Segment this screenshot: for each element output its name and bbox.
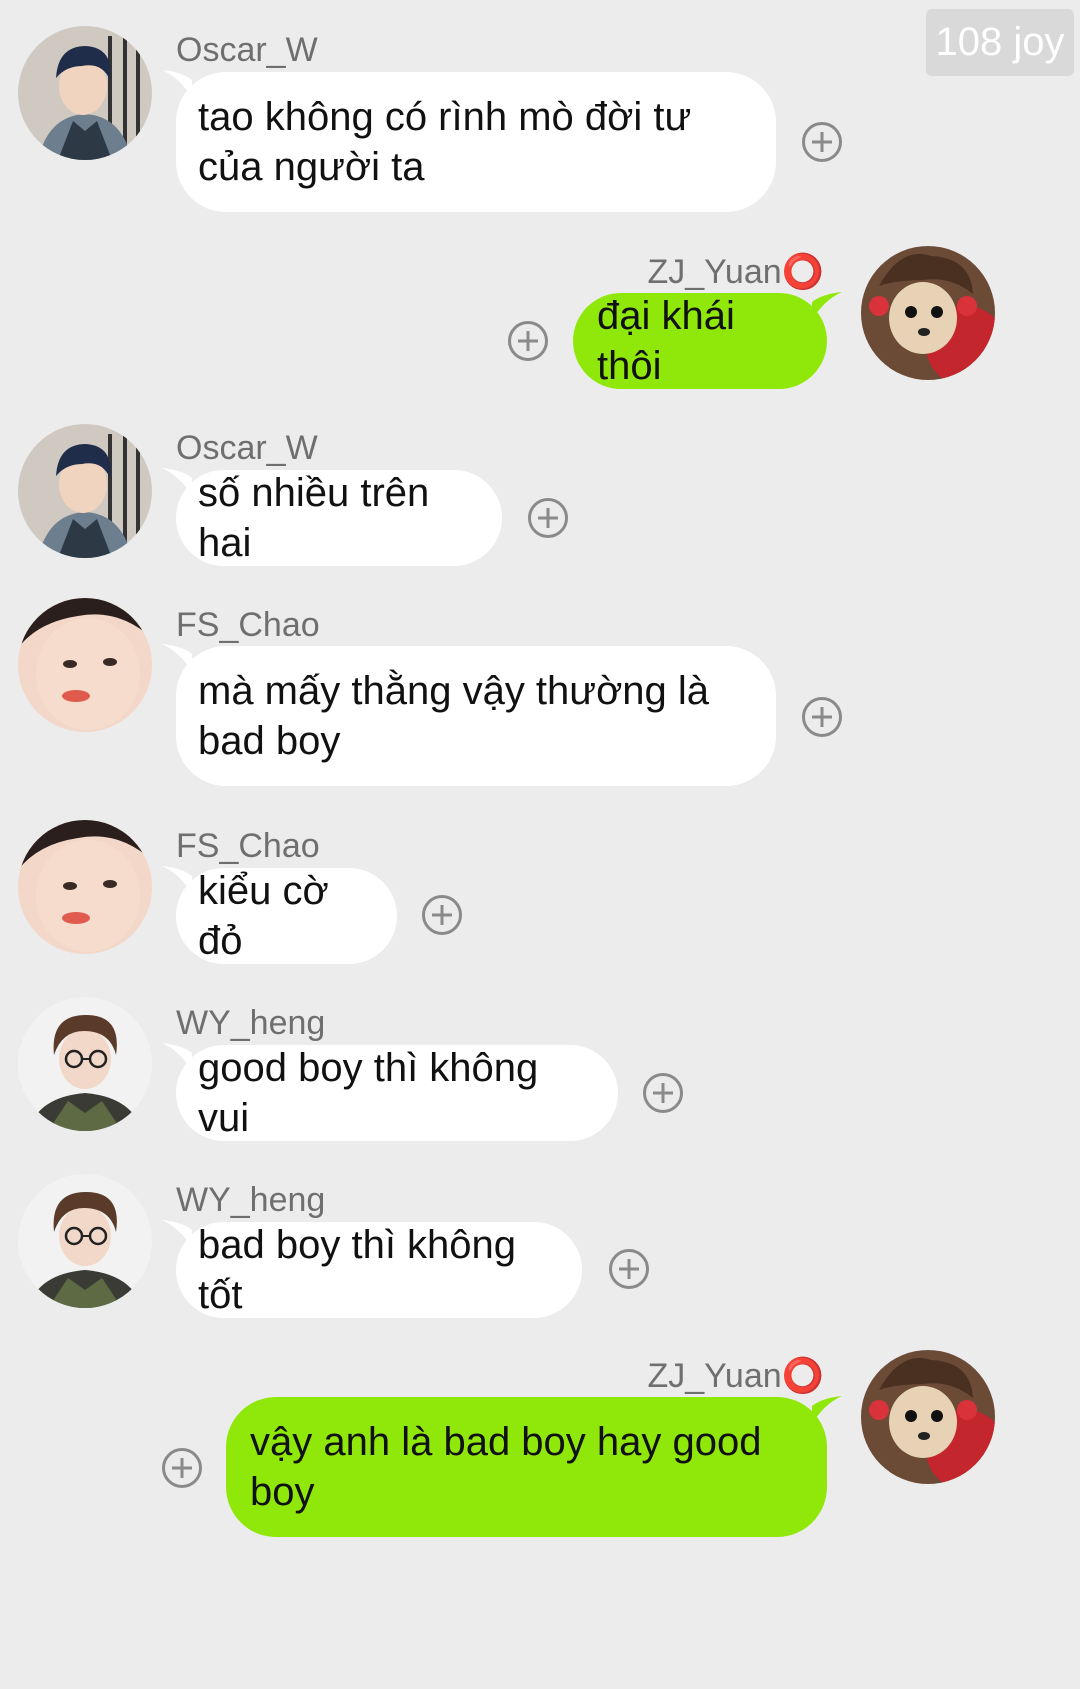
sender-name: ZJ_Yuan⭕ bbox=[647, 1357, 824, 1395]
message-text: good boy thì không vui bbox=[198, 1046, 539, 1140]
message-text: mà mấy thằng vậy thường là bad boy bbox=[198, 669, 710, 763]
joy-badge: 108 joy bbox=[926, 9, 1074, 76]
message-bubble[interactable]: bad boy thì không tốt bbox=[176, 1222, 582, 1318]
message-bubble[interactable]: kiểu cờ đỏ bbox=[176, 868, 397, 964]
dog-avatar[interactable] bbox=[861, 1350, 995, 1484]
add-reaction-button[interactable] bbox=[802, 122, 842, 162]
message-text: bad boy thì không tốt bbox=[198, 1223, 517, 1317]
add-reaction-button[interactable] bbox=[802, 697, 842, 737]
message-bubble[interactable]: đại khái thôi bbox=[573, 293, 827, 389]
message-text: kiểu cờ đỏ bbox=[198, 869, 329, 963]
add-reaction-button[interactable] bbox=[508, 321, 548, 361]
message-text: đại khái thôi bbox=[597, 294, 735, 388]
add-reaction-button[interactable] bbox=[162, 1448, 202, 1488]
heng-avatar[interactable] bbox=[18, 997, 152, 1131]
sender-name: WY_heng bbox=[176, 1004, 326, 1042]
message-text: số nhiều trên hai bbox=[198, 471, 430, 565]
sender-name: Oscar_W bbox=[176, 31, 318, 69]
sender-name: WY_heng bbox=[176, 1181, 326, 1219]
message-text: vậy anh là bad boy hay good boy bbox=[250, 1420, 762, 1514]
add-reaction-button[interactable] bbox=[422, 895, 462, 935]
message-bubble[interactable]: good boy thì không vui bbox=[176, 1045, 618, 1141]
message-bubble[interactable]: mà mấy thằng vậy thường là bad boy bbox=[176, 646, 776, 786]
message-text: tao không có rình mò đời tư của người ta bbox=[198, 95, 692, 189]
message-bubble[interactable]: số nhiều trên hai bbox=[176, 470, 502, 566]
message-bubble[interactable]: tao không có rình mò đời tư của người ta bbox=[176, 72, 776, 212]
heng-avatar[interactable] bbox=[18, 1174, 152, 1308]
sender-name: FS_Chao bbox=[176, 827, 320, 865]
add-reaction-button[interactable] bbox=[643, 1073, 683, 1113]
sender-name: Oscar_W bbox=[176, 429, 318, 467]
oscar-avatar[interactable] bbox=[18, 424, 152, 558]
add-reaction-button[interactable] bbox=[528, 498, 568, 538]
chao-avatar[interactable] bbox=[18, 820, 152, 954]
dog-avatar[interactable] bbox=[861, 246, 995, 380]
sender-name: FS_Chao bbox=[176, 606, 320, 644]
message-bubble[interactable]: vậy anh là bad boy hay good boy bbox=[226, 1397, 827, 1537]
oscar-avatar[interactable] bbox=[18, 26, 152, 160]
add-reaction-button[interactable] bbox=[609, 1249, 649, 1289]
chao-avatar[interactable] bbox=[18, 598, 152, 732]
sender-name: ZJ_Yuan⭕ bbox=[647, 253, 824, 291]
